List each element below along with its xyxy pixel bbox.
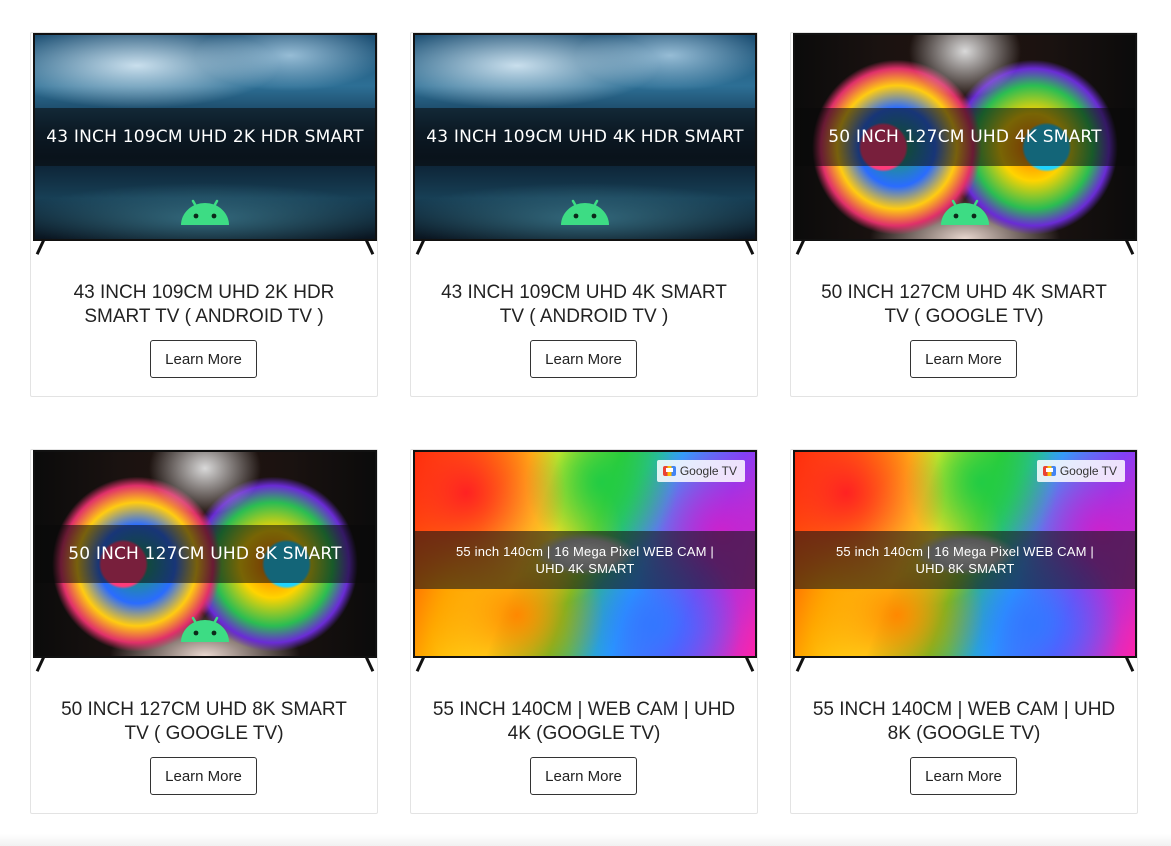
product-title[interactable]: 50 INCH 127CM UHD 8K SMART TV ( GOOGLE T… xyxy=(51,698,357,746)
screen-caption: 55 inch 140cm | 16 Mega Pixel WEB CAM | … xyxy=(415,531,755,589)
tv-image[interactable]: 50 INCH 127CM UHD 4K SMART xyxy=(793,33,1137,257)
tv-stand-left xyxy=(795,239,806,255)
tv-stand-right xyxy=(1124,656,1135,672)
tv-stand-left xyxy=(795,656,806,672)
tv-screen: 50 INCH 127CM UHD 8K SMART xyxy=(33,450,377,658)
tv-image[interactable]: Google TV 55 inch 140cm | 16 Mega Pixel … xyxy=(413,450,757,674)
google-tv-label: Google TV xyxy=(1059,464,1117,478)
tv-stand-left xyxy=(35,656,46,672)
product-title[interactable]: 55 INCH 140CM | WEB CAM | UHD 8K (GOOGLE… xyxy=(811,698,1117,746)
android-logo-icon xyxy=(941,199,989,225)
product-card: 43 INCH 109CM UHD 4K HDR SMART 43 INCH 1… xyxy=(410,32,758,397)
learn-more-button[interactable]: Learn More xyxy=(910,757,1017,795)
tv-screen: 43 INCH 109CM UHD 4K HDR SMART xyxy=(413,33,757,241)
learn-more-button[interactable]: Learn More xyxy=(150,757,257,795)
product-title[interactable]: 50 INCH 127CM UHD 4K SMART TV ( GOOGLE T… xyxy=(811,281,1117,329)
screen-caption: 43 INCH 109CM UHD 4K HDR SMART xyxy=(415,108,755,166)
tv-stand-left xyxy=(415,239,426,255)
tv-stand-left xyxy=(415,656,426,672)
tv-screen: 43 INCH 109CM UHD 2K HDR SMART xyxy=(33,33,377,241)
page-footer-edge xyxy=(0,834,1171,846)
screen-caption: 55 inch 140cm | 16 Mega Pixel WEB CAM | … xyxy=(795,531,1135,589)
screen-caption: 50 INCH 127CM UHD 4K SMART xyxy=(795,108,1135,166)
product-card: Google TV 55 inch 140cm | 16 Mega Pixel … xyxy=(790,449,1138,814)
tv-image[interactable]: 50 INCH 127CM UHD 8K SMART xyxy=(33,450,377,674)
tv-stand-right xyxy=(1124,239,1135,255)
screen-caption: 43 INCH 109CM UHD 2K HDR SMART xyxy=(35,108,375,166)
tv-stand-right xyxy=(744,239,755,255)
tv-screen: Google TV 55 inch 140cm | 16 Mega Pixel … xyxy=(793,450,1137,658)
google-tv-badge: Google TV xyxy=(1036,460,1125,482)
learn-more-button[interactable]: Learn More xyxy=(910,340,1017,378)
product-card: 50 INCH 127CM UHD 8K SMART 50 INCH 127CM… xyxy=(30,449,378,814)
tv-image[interactable]: 43 INCH 109CM UHD 2K HDR SMART xyxy=(33,33,377,257)
tv-image[interactable]: 43 INCH 109CM UHD 4K HDR SMART xyxy=(413,33,757,257)
tv-screen: 50 INCH 127CM UHD 4K SMART xyxy=(793,33,1137,241)
product-title[interactable]: 55 INCH 140CM | WEB CAM | UHD 4K (GOOGLE… xyxy=(431,698,737,746)
tv-stand-right xyxy=(364,656,375,672)
learn-more-button[interactable]: Learn More xyxy=(530,340,637,378)
tv-stand-right xyxy=(364,239,375,255)
product-card: 50 INCH 127CM UHD 4K SMART 50 INCH 127CM… xyxy=(790,32,1138,397)
learn-more-button[interactable]: Learn More xyxy=(530,757,637,795)
android-logo-icon xyxy=(181,199,229,225)
product-title[interactable]: 43 INCH 109CM UHD 4K SMART TV ( ANDROID … xyxy=(431,281,737,329)
screen-caption: 50 INCH 127CM UHD 8K SMART xyxy=(35,525,375,583)
google-tv-icon xyxy=(1042,466,1056,476)
tv-stand-right xyxy=(744,656,755,672)
tv-stand-left xyxy=(35,239,46,255)
android-logo-icon xyxy=(181,616,229,642)
google-tv-badge: Google TV xyxy=(656,460,745,482)
product-card: 43 INCH 109CM UHD 2K HDR SMART 43 INCH 1… xyxy=(30,32,378,397)
tv-screen: Google TV 55 inch 140cm | 16 Mega Pixel … xyxy=(413,450,757,658)
android-logo-icon xyxy=(561,199,609,225)
product-card: Google TV 55 inch 140cm | 16 Mega Pixel … xyxy=(410,449,758,814)
tv-image[interactable]: Google TV 55 inch 140cm | 16 Mega Pixel … xyxy=(793,450,1137,674)
google-tv-label: Google TV xyxy=(679,464,737,478)
google-tv-icon xyxy=(662,466,676,476)
learn-more-button[interactable]: Learn More xyxy=(150,340,257,378)
product-title[interactable]: 43 INCH 109CM UHD 2K HDR SMART TV ( ANDR… xyxy=(51,281,357,329)
